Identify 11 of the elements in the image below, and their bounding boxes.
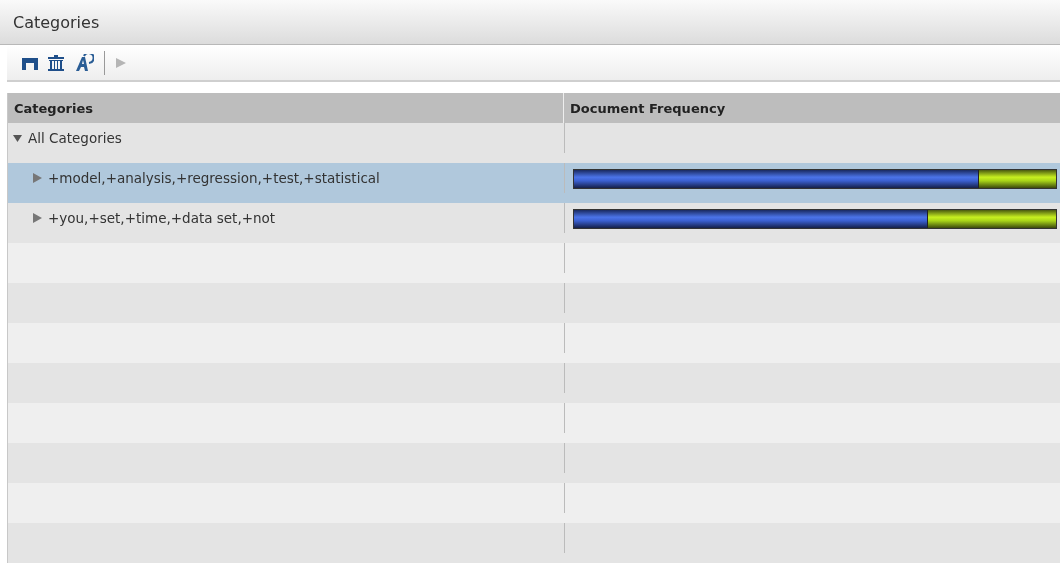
column-header[interactable]: Document Frequency bbox=[564, 93, 726, 123]
tree-label[interactable]: All Categories bbox=[28, 130, 122, 146]
tree-label[interactable]: +you,+set,+time,+data set,+not bbox=[48, 210, 276, 226]
tree-label[interactable]: +model,+analysis,+regression,+test,+statistical bbox=[48, 170, 380, 186]
expand-arrow-icon[interactable] bbox=[33, 213, 42, 223]
expand-arrow-icon[interactable] bbox=[33, 173, 42, 183]
trash-icon[interactable] bbox=[48, 55, 64, 71]
panel-title: Categories bbox=[13, 12, 100, 32]
rename-icon[interactable] bbox=[74, 54, 94, 72]
gate-icon[interactable] bbox=[22, 56, 38, 70]
collapse-arrow-icon[interactable] bbox=[13, 133, 22, 143]
